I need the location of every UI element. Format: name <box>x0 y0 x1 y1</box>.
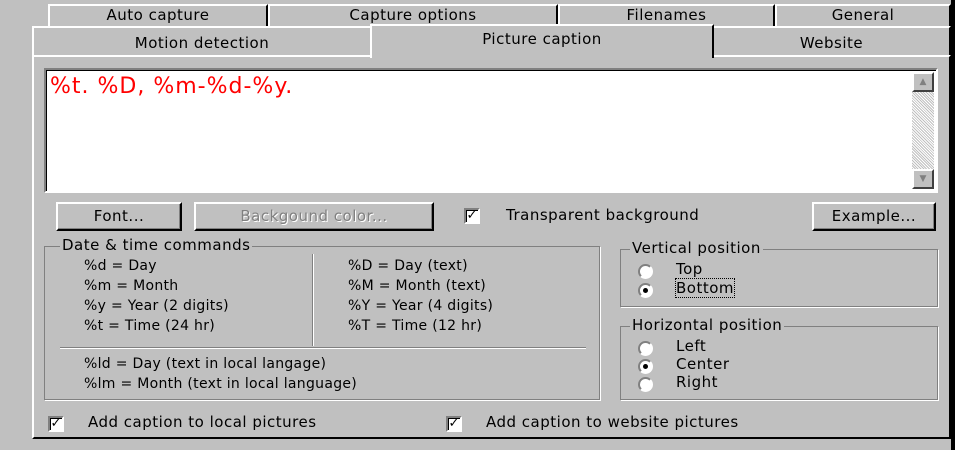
vertical-bottom-radio[interactable] <box>638 283 653 298</box>
caption-text: %t. %D, %m-%d-%y. <box>50 74 294 99</box>
cmd-day-text: %D = Day (text) <box>348 258 468 274</box>
tab-website[interactable]: Website <box>712 26 951 56</box>
tab-motion-detection[interactable]: Motion detection <box>32 26 372 56</box>
vertical-scrollbar[interactable]: ▲ ▼ <box>912 72 934 189</box>
example-button[interactable]: Example... <box>812 202 936 231</box>
tab-auto-capture[interactable]: Auto capture <box>48 4 268 26</box>
horizontal-position-title: Horizontal position <box>630 316 785 334</box>
horizontal-center-label: Center <box>676 355 730 373</box>
horizontal-left-label: Left <box>676 337 707 355</box>
vertical-top-radio[interactable] <box>638 264 653 279</box>
properties-dialog: Auto capture Capture options Filenames G… <box>0 0 955 450</box>
cmd-day: %d = Day <box>84 258 157 274</box>
tab-filenames[interactable]: Filenames <box>558 4 775 26</box>
tab-general[interactable]: General <box>775 4 951 26</box>
add-caption-website-checkbox[interactable]: ✓ <box>446 416 462 432</box>
horizontal-right-label: Right <box>676 373 718 391</box>
tab-picture-caption[interactable]: Picture caption <box>370 24 714 58</box>
font-button[interactable]: Font... <box>56 202 182 231</box>
vertical-bottom-label: Bottom <box>674 278 736 298</box>
add-caption-local-checkbox[interactable]: ✓ <box>48 416 64 432</box>
tab-capture-options[interactable]: Capture options <box>268 4 558 26</box>
cmd-local-day: %ld = Day (text in local langage) <box>84 356 327 372</box>
vertical-top-label: Top <box>676 260 703 278</box>
cmd-time-12: %T = Time (12 hr) <box>348 318 483 334</box>
cmd-year-2: %y = Year (2 digits) <box>84 298 229 314</box>
add-caption-local-label: Add caption to local pictures <box>88 413 317 431</box>
transparent-background-label: Transparent background <box>506 206 700 224</box>
active-tab-join <box>372 55 712 58</box>
horizontal-right-radio[interactable] <box>638 377 653 392</box>
background-color-button[interactable]: Backgound color... <box>194 202 434 231</box>
cmd-time-24: %t = Time (24 hr) <box>84 318 216 334</box>
cmd-local-month: %lm = Month (text in local language) <box>84 376 358 392</box>
transparent-background-checkbox[interactable]: ✓ <box>464 208 480 224</box>
add-caption-website-label: Add caption to website pictures <box>486 413 739 431</box>
cmd-year-4: %Y = Year (4 digits) <box>348 298 494 314</box>
caption-textarea[interactable]: %t. %D, %m-%d-%y. ▲ ▼ <box>44 68 938 193</box>
scroll-down-icon[interactable]: ▼ <box>912 169 934 189</box>
horizontal-position-group <box>620 326 938 400</box>
scroll-up-icon[interactable]: ▲ <box>912 72 934 92</box>
horizontal-center-radio[interactable] <box>638 359 653 374</box>
date-time-commands-title: Date & time commands <box>60 236 253 254</box>
date-time-divider-horizontal <box>60 347 586 348</box>
date-time-divider-vertical <box>312 254 313 346</box>
vertical-position-group <box>620 249 938 307</box>
vertical-position-title: Vertical position <box>630 239 763 257</box>
horizontal-left-radio[interactable] <box>638 341 653 356</box>
cmd-month-text: %M = Month (text) <box>348 278 486 294</box>
cmd-month: %m = Month <box>84 278 179 294</box>
